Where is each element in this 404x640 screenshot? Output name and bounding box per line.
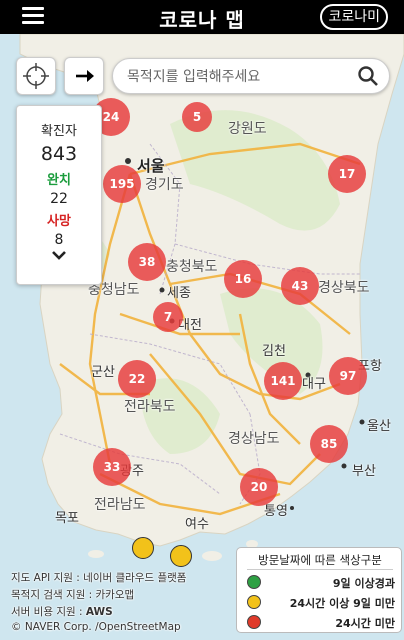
case-cluster-marker[interactable]: 16 — [224, 260, 262, 298]
case-cluster-marker[interactable]: 20 — [240, 468, 278, 506]
case-cluster-marker[interactable]: 43 — [281, 267, 319, 305]
attribution-search: 목적지 검색 지원 : 카카오맵 — [11, 589, 135, 601]
map-label-gunsan: 군산 — [91, 365, 115, 380]
confirmed-value: 843 — [40, 143, 78, 165]
map-label-gyeonggi: 경기도 — [145, 177, 184, 193]
legend-item: 24시간 이상 9일 미만 — [243, 593, 399, 611]
case-cluster-marker[interactable]: 17 — [328, 155, 366, 193]
legend-item: 9일 이상경과 — [243, 573, 399, 591]
map-label-daegu: 대구 — [302, 377, 326, 392]
attribution-map-api: 지도 API 지원 : 네이버 클라우드 플랫폼 — [11, 572, 187, 584]
deaths-label: 사망 — [47, 214, 71, 229]
chevron-down-icon[interactable] — [51, 250, 67, 262]
map-label-yeosu: 여수 — [185, 517, 209, 532]
search-box — [112, 58, 390, 94]
case-cluster-marker[interactable]: 195 — [103, 165, 141, 203]
confirmed-label: 확진자 — [41, 124, 77, 139]
deaths-value: 8 — [54, 232, 64, 248]
map-label-jeonbuk: 전라북도 — [124, 399, 176, 415]
map-label-jeonnam: 전라남도 — [94, 497, 146, 513]
map-label-busan: 부산 — [352, 464, 376, 479]
map-label-gangwon: 강원도 — [228, 121, 267, 137]
case-cluster-marker[interactable]: 22 — [118, 360, 156, 398]
case-cluster-marker[interactable]: 141 — [264, 362, 302, 400]
visit-marker-yellow[interactable] — [170, 545, 192, 567]
route-button[interactable] — [64, 57, 104, 95]
yellow-dot-icon — [247, 595, 261, 609]
map-label-gyeongbuk: 경상북도 — [318, 280, 370, 296]
visit-marker-yellow[interactable] — [132, 537, 154, 559]
search-input[interactable] — [127, 65, 353, 89]
case-cluster-marker[interactable]: 97 — [329, 357, 367, 395]
green-dot-icon — [247, 575, 261, 589]
locate-button[interactable] — [16, 57, 56, 95]
case-cluster-marker[interactable]: 38 — [128, 243, 166, 281]
arrow-right-icon — [76, 70, 94, 82]
recovered-value: 22 — [50, 191, 68, 207]
case-cluster-marker[interactable]: 5 — [182, 102, 212, 132]
legend-item: 24시간 미만 — [243, 613, 399, 631]
map-label-mokpo: 목포 — [55, 511, 79, 526]
case-cluster-marker[interactable]: 33 — [93, 448, 131, 486]
attribution-server: 서버 비용 지원 : AWS — [11, 606, 113, 618]
stats-panel: 확진자 843 완치 22 사망 8 — [16, 105, 102, 285]
map-label-chungbuk: 충청북도 — [166, 259, 218, 275]
color-legend: 방문날짜에 따른 색상구분 9일 이상경과 24시간 이상 9일 미만 24시간… — [236, 547, 402, 633]
app-header: 코로나 맵 코로나미 — [0, 0, 404, 34]
legend-divider — [247, 569, 393, 570]
map-label-gimcheon: 김천 — [262, 344, 286, 359]
recovered-label: 완치 — [47, 173, 71, 188]
case-cluster-marker[interactable]: 7 — [153, 302, 183, 332]
case-cluster-marker[interactable]: 85 — [310, 425, 348, 463]
map-label-gyeongnam: 경상남도 — [228, 431, 280, 447]
map-label-sejong: 세종 — [167, 286, 191, 301]
corona-mi-button[interactable]: 코로나미 — [320, 4, 388, 30]
red-dot-icon — [247, 615, 261, 629]
map-label-seoul: 서울 — [137, 157, 165, 175]
copyright-text[interactable]: © NAVER Corp. /OpenStreetMap — [11, 621, 181, 633]
crosshair-icon — [23, 63, 49, 89]
search-icon[interactable] — [357, 65, 379, 87]
map-label-ulsan: 울산 — [367, 419, 391, 434]
legend-title: 방문날짜에 따른 색상구분 — [258, 553, 382, 567]
